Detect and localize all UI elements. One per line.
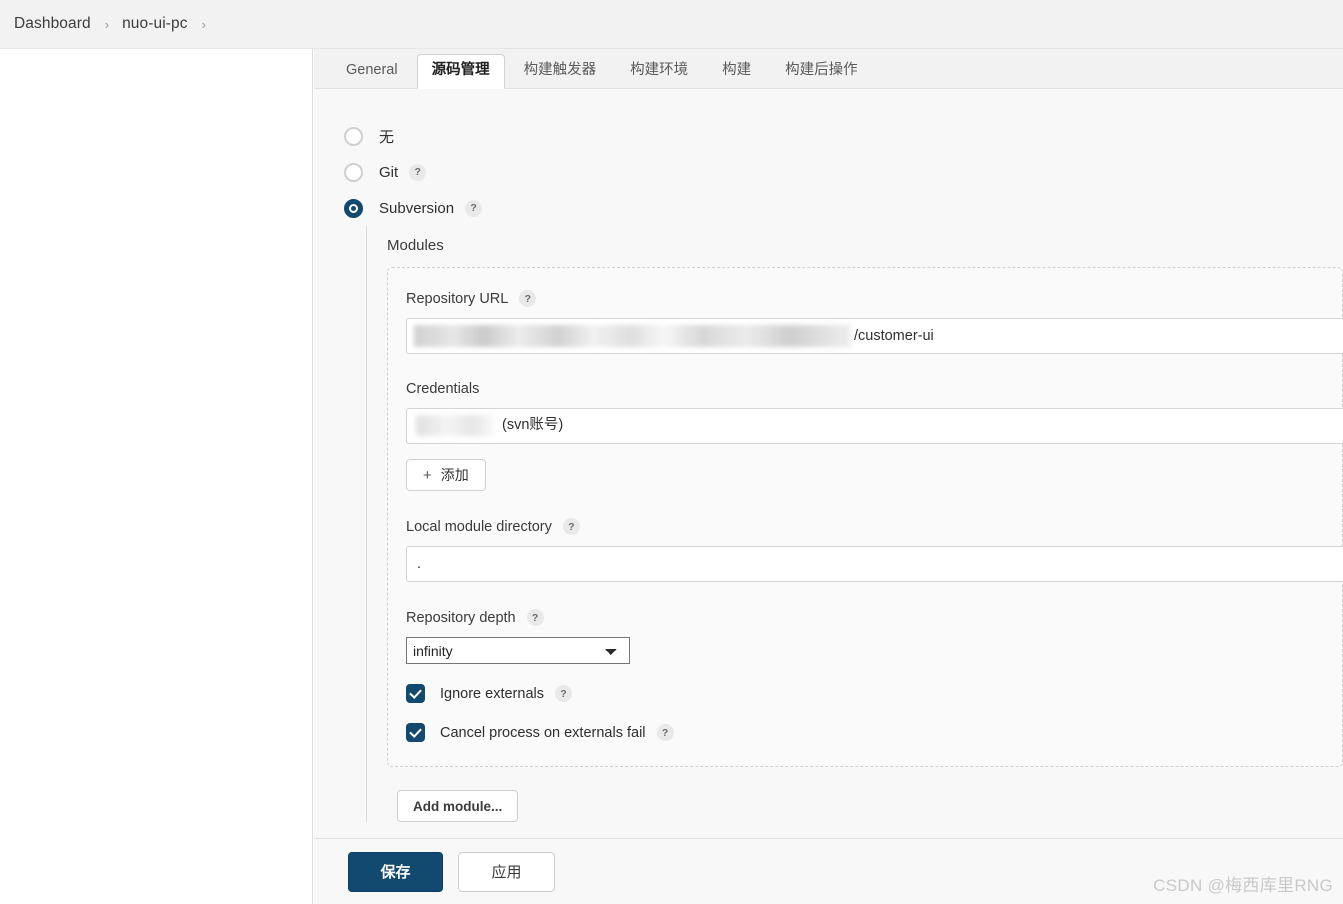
local-module-directory-input[interactable] — [406, 546, 1343, 582]
scm-option-git-label: Git — [379, 163, 399, 181]
repository-url-label-row: Repository URL ? — [406, 290, 1342, 307]
tab-build-environment[interactable]: 构建环境 — [615, 54, 703, 89]
ignore-externals-row[interactable]: Ignore externals ? — [406, 684, 1342, 703]
scm-option-none-label: 无 — [379, 128, 395, 146]
credentials-label-row: Credentials — [406, 381, 1342, 397]
scm-option-none[interactable]: 无 — [314, 118, 1343, 154]
help-icon-repository-url[interactable]: ? — [519, 290, 537, 307]
breadcrumb-separator-icon: › — [104, 16, 110, 32]
help-icon-ignore-externals[interactable]: ? — [554, 685, 572, 702]
ignore-externals-label: Ignore externals — [440, 685, 544, 702]
tab-post-build-actions[interactable]: 构建后操作 — [770, 54, 873, 89]
repository-url-label: Repository URL — [406, 290, 509, 307]
plus-icon: + — [423, 466, 432, 484]
credentials-label: Credentials — [406, 381, 480, 397]
local-module-directory-label-row: Local module directory ? — [406, 518, 1342, 535]
help-icon-repository-depth[interactable]: ? — [526, 609, 544, 626]
help-icon-cancel-process[interactable]: ? — [656, 724, 674, 741]
cancel-process-label: Cancel process on externals fail — [440, 724, 646, 741]
add-credentials-label: 添加 — [440, 467, 469, 483]
checkbox-ignore-externals[interactable] — [406, 684, 425, 703]
modules-section-title: Modules — [387, 237, 444, 254]
module-panel: Repository URL ? /customer-ui Credential… — [387, 267, 1343, 767]
config-tab-bar: General 源码管理 构建触发器 构建环境 构建 构建后操作 — [314, 49, 1343, 89]
save-button[interactable]: 保存 — [348, 851, 443, 892]
left-side-panel — [0, 49, 313, 904]
tab-source-code-management[interactable]: 源码管理 — [416, 54, 505, 89]
add-credentials-button[interactable]: + 添加 — [406, 459, 486, 491]
app-window: Dashboard › nuo-ui-pc › General 源码管理 构建触… — [0, 0, 1343, 904]
breadcrumb: Dashboard › nuo-ui-pc › — [0, 0, 1343, 49]
scm-form: 无 Git ? Subversion ? Modules Repository … — [314, 89, 1343, 838]
credentials-select[interactable] — [406, 408, 1343, 444]
credentials-select-wrap: (svn账号) — [406, 408, 1343, 444]
repository-depth-label: Repository depth — [406, 609, 516, 626]
repository-url-input-wrap: /customer-ui — [406, 318, 1343, 354]
repository-depth-label-row: Repository depth ? — [406, 609, 1342, 626]
scm-option-git[interactable]: Git ? — [314, 154, 1343, 190]
apply-button[interactable]: 应用 — [458, 851, 555, 892]
breadcrumb-separator-icon-2: › — [201, 16, 206, 32]
subversion-settings: Modules Repository URL ? /customer-ui Cr… — [366, 226, 1343, 822]
radio-subversion[interactable] — [344, 198, 363, 218]
repository-url-input[interactable] — [406, 318, 1343, 354]
radio-none[interactable] — [344, 126, 363, 146]
breadcrumb-item-dashboard[interactable]: Dashboard — [14, 15, 91, 33]
local-module-directory-label: Local module directory — [406, 518, 552, 535]
tab-general[interactable]: General — [331, 54, 413, 89]
repository-depth-select[interactable]: infinity — [406, 637, 630, 664]
tab-build[interactable]: 构建 — [707, 54, 766, 89]
scm-option-subversion[interactable]: Subversion ? — [314, 190, 1343, 226]
breadcrumb-item-job[interactable]: nuo-ui-pc — [122, 15, 188, 33]
cancel-process-row[interactable]: Cancel process on externals fail ? — [406, 723, 1342, 742]
main-content: General 源码管理 构建触发器 构建环境 构建 构建后操作 无 Git ? — [314, 49, 1343, 904]
scm-option-subversion-label: Subversion — [379, 199, 455, 217]
help-icon-local-module-directory[interactable]: ? — [562, 518, 580, 535]
help-icon-subversion[interactable]: ? — [465, 199, 483, 217]
help-icon-git[interactable]: ? — [409, 163, 427, 181]
radio-git[interactable] — [344, 162, 363, 182]
add-module-button[interactable]: Add module... — [397, 790, 519, 822]
checkbox-cancel-process-on-externals-fail[interactable] — [406, 723, 425, 742]
tab-build-triggers[interactable]: 构建触发器 — [509, 54, 612, 89]
watermark: CSDN @梅西库里RNG — [1153, 876, 1333, 895]
